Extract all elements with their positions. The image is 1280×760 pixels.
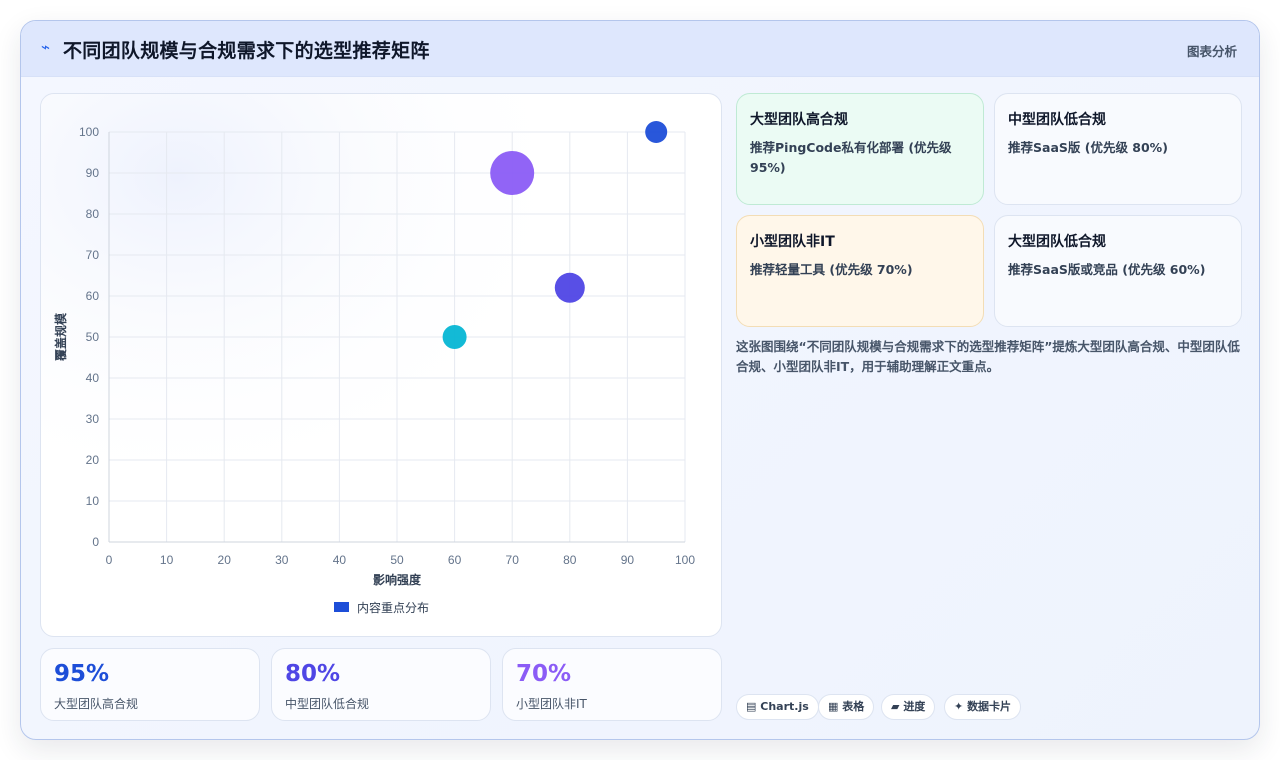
stat-card-1: 95% 大型团队高合规 — [40, 648, 260, 721]
recommend-title: 大型团队低合规 — [1008, 234, 1106, 250]
stat-label: 中型团队低合规 — [285, 697, 370, 711]
y-tick-label: 10 — [86, 494, 100, 508]
recommend-title: 小型团队非IT — [750, 234, 835, 250]
y-tick-label: 90 — [86, 166, 100, 180]
chart-icon: ▤ — [746, 700, 757, 713]
recommend-title: 大型团队高合规 — [750, 112, 848, 128]
sparkle-icon: ✦ — [954, 700, 964, 713]
y-tick-label: 0 — [92, 535, 99, 549]
y-tick-label: 40 — [86, 371, 100, 385]
y-axis-label: 覆盖规模 — [53, 312, 68, 362]
recommend-card-2: 中型团队低合规 推荐SaaS版 (优先级 80%) — [994, 93, 1242, 205]
chart-card: ⌁ 不同团队规模与合规需求下的选型推荐矩阵 图表分析 0 10 20 30 40 50 60… — [20, 20, 1260, 740]
stat-label: 大型团队高合规 — [54, 697, 139, 711]
x-tick-label: 30 — [275, 553, 289, 567]
bubble-chart: 0 10 20 30 40 50 60 70 80 90 100 0 10 20 30 40 50 60 70 80 9… — [41, 94, 721, 636]
stat-value: 80% — [285, 661, 341, 687]
x-tick-label: 80 — [563, 553, 577, 567]
recommend-desc: 推荐SaaS版 (优先级 80%) — [1008, 140, 1168, 155]
recommend-card-3: 小型团队非IT 推荐轻量工具 (优先级 70%) — [736, 215, 984, 327]
recommend-card-4: 大型团队低合规 推荐SaaS版或竞品 (优先级 60%) — [994, 215, 1242, 327]
y-tick-label: 30 — [86, 412, 100, 426]
progress-icon: ▰ — [891, 700, 900, 713]
page-title: 不同团队规模与合规需求下的选型推荐矩阵 — [63, 40, 430, 62]
recommend-desc: 推荐SaaS版或竞品 (优先级 60%) — [1008, 262, 1206, 277]
card-header: ⌁ 不同团队规模与合规需求下的选型推荐矩阵 图表分析 — [21, 21, 1259, 77]
recommend-title: 中型团队低合规 — [1008, 112, 1106, 128]
y-tick-label: 70 — [86, 248, 100, 262]
chart-panel: 0 10 20 30 40 50 60 70 80 90 100 0 10 20 30 40 50 60 70 80 9… — [40, 93, 722, 637]
x-tick-label: 10 — [160, 553, 174, 567]
y-tick-label: 100 — [79, 125, 99, 139]
chart-description: 这张图围绕“不同团队规模与合规需求下的选型推荐矩阵”提炼大型团队高合规、中型团队… — [736, 339, 1240, 374]
stat-value: 95% — [54, 661, 110, 687]
chip-label: 表格 — [842, 700, 865, 713]
x-tick-label: 70 — [506, 553, 520, 567]
x-tick-label: 90 — [621, 553, 635, 567]
chip-label: 数据卡片 — [967, 700, 1012, 713]
chip-chartjs[interactable]: ▤ Chart.js — [736, 694, 819, 720]
x-tick-label: 50 — [390, 553, 404, 567]
legend-label: 内容重点分布 — [357, 600, 429, 615]
y-tick-label: 50 — [86, 330, 100, 344]
x-tick-label: 60 — [448, 553, 462, 567]
stat-card-2: 80% 中型团队低合规 — [271, 648, 491, 721]
chip-table[interactable]: ▦ 表格 — [818, 694, 875, 720]
bubble-point — [442, 325, 467, 349]
bubble-point — [554, 272, 585, 303]
x-tick-label: 20 — [218, 553, 232, 567]
recommend-desc: 推荐轻量工具 (优先级 70%) — [750, 262, 913, 277]
y-tick-label: 80 — [86, 207, 100, 221]
chip-progress[interactable]: ▰ 进度 — [881, 694, 936, 720]
recommend-desc: 推荐PingCode私有化部署 (优先级 95%) — [750, 140, 952, 175]
lightning-icon: ⌁ — [41, 38, 51, 56]
bubble-point — [645, 121, 668, 143]
chip-label: Chart.js — [760, 700, 809, 713]
y-tick-label: 20 — [86, 453, 100, 467]
stat-value: 70% — [516, 661, 572, 687]
y-tick-label: 60 — [86, 289, 100, 303]
header-tag: 图表分析 — [1186, 44, 1237, 59]
chip-datacard[interactable]: ✦ 数据卡片 — [944, 694, 1022, 720]
bubble-point — [490, 151, 535, 195]
x-tick-label: 0 — [106, 553, 113, 567]
legend-swatch — [334, 602, 349, 612]
x-axis-label: 影响强度 — [373, 572, 422, 587]
chip-label: 进度 — [903, 700, 926, 713]
x-tick-label: 100 — [675, 553, 695, 567]
recommend-card-1: 大型团队高合规 推荐PingCode私有化部署 (优先级 95%) — [736, 93, 984, 205]
x-tick-label: 40 — [333, 553, 347, 567]
stat-label: 小型团队非IT — [516, 697, 587, 711]
stat-card-3: 70% 小型团队非IT — [502, 648, 722, 721]
table-icon: ▦ — [828, 700, 839, 713]
